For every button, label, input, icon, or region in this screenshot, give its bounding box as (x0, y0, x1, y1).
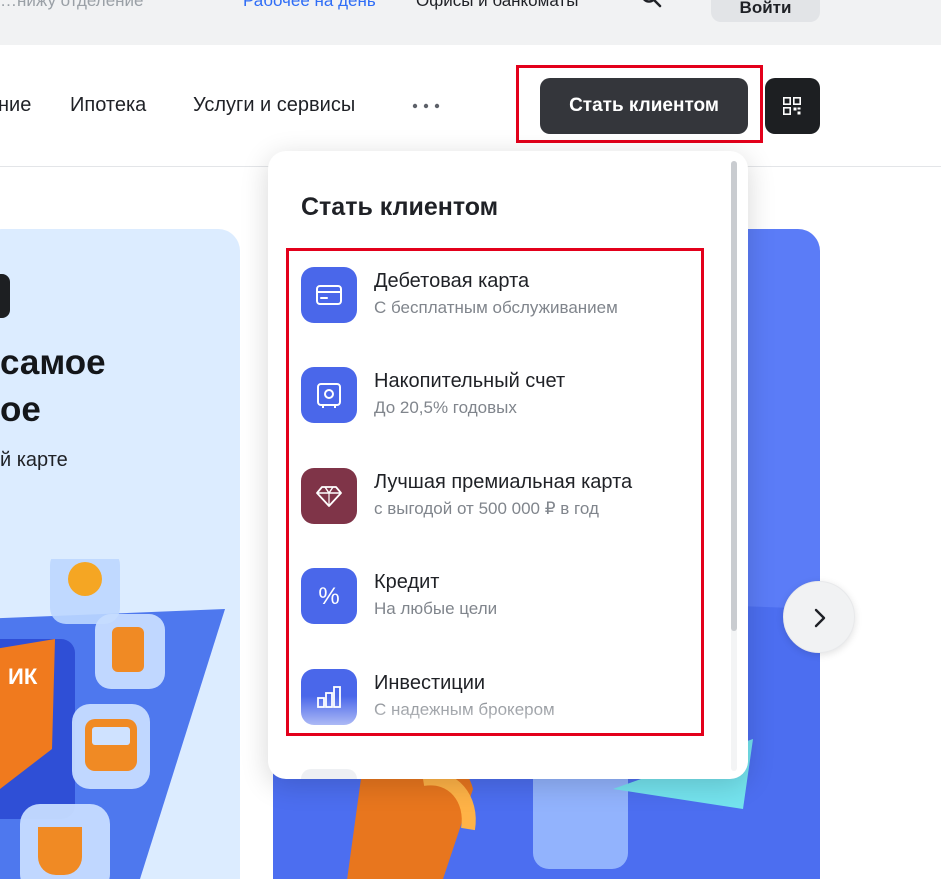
become-client-dropdown: Стать клиентом Дебетовая карта С бесплат… (268, 151, 748, 779)
nav-item-services[interactable]: Услуги и сервисы (193, 94, 355, 117)
menu-item-investments[interactable]: Инвестиции С надежным брокером (301, 669, 701, 729)
menu-item-partial[interactable] (301, 769, 357, 779)
qr-code-icon (783, 97, 801, 115)
menu-item-subtitle: С бесплатным обслуживанием (374, 298, 618, 317)
card-icon (301, 267, 357, 323)
menu-item-subtitle: До 20,5% годовых (374, 398, 517, 417)
svg-text:%: % (318, 583, 339, 610)
menu-item-premium-card[interactable]: Лучшая премиальная карта с выгодой от 50… (301, 468, 701, 528)
menu-item-label: Лучшая премиальная карта (374, 471, 633, 493)
menu-item-savings-account[interactable]: Накопительный счет До 20,5% годовых (301, 367, 701, 427)
carousel-next-button[interactable] (783, 581, 855, 653)
top-utility-bar: …нижу отделение Рабочее на день Офисы и … (0, 0, 941, 45)
promo-badge-text: ИК (8, 664, 38, 689)
safe-icon (301, 367, 357, 423)
qr-code-button[interactable] (765, 78, 820, 134)
menu-item-label: Дебетовая карта (374, 270, 530, 292)
nav-item-mortgage[interactable]: Ипотека (70, 94, 146, 117)
menu-item-label: Накопительный счет (374, 370, 566, 392)
scrollbar-thumb[interactable] (731, 161, 737, 631)
menu-item-label: Кредит (374, 571, 440, 593)
chart-bars-icon (301, 669, 357, 725)
diamond-icon (301, 468, 357, 524)
promo-subline: й карте (0, 449, 68, 471)
nav-item-truncated[interactable]: ние (0, 94, 31, 117)
main-navigation: ние Ипотека Услуги и сервисы Стать клиен… (0, 45, 941, 167)
offices-atms-link[interactable]: Офисы и банкоматы (416, 0, 578, 11)
menu-item-subtitle: с выгодой от 500 000 ₽ в год (374, 499, 599, 518)
dropdown-scrollbar[interactable] (731, 161, 737, 771)
menu-item-credit[interactable]: % Кредит На любые цели (301, 568, 701, 628)
search-icon[interactable] (640, 0, 662, 8)
login-button[interactable]: Войти (711, 0, 820, 22)
menu-item-label: Инвестиции (374, 672, 486, 694)
region-link[interactable]: …нижу отделение (0, 0, 144, 11)
menu-item-subtitle: На любые цели (374, 599, 498, 618)
percent-icon: % (301, 568, 357, 624)
dropdown-title: Стать клиентом (301, 193, 499, 221)
menu-item-subtitle: С надежным брокером (374, 700, 555, 719)
cashback-illustration: ИК (0, 559, 225, 879)
hours-link[interactable]: Рабочее на день (243, 0, 376, 11)
more-dots-icon[interactable] (411, 102, 441, 110)
chevron-right-icon (814, 608, 826, 628)
promo-banner-left[interactable]: самое ое й карте ИК (0, 229, 240, 879)
promo-badge (0, 274, 10, 318)
become-client-button[interactable]: Стать клиентом (540, 78, 748, 134)
promo-headline: самое ое (0, 343, 106, 429)
menu-item-debit-card[interactable]: Дебетовая карта С бесплатным обслуживани… (301, 267, 701, 327)
